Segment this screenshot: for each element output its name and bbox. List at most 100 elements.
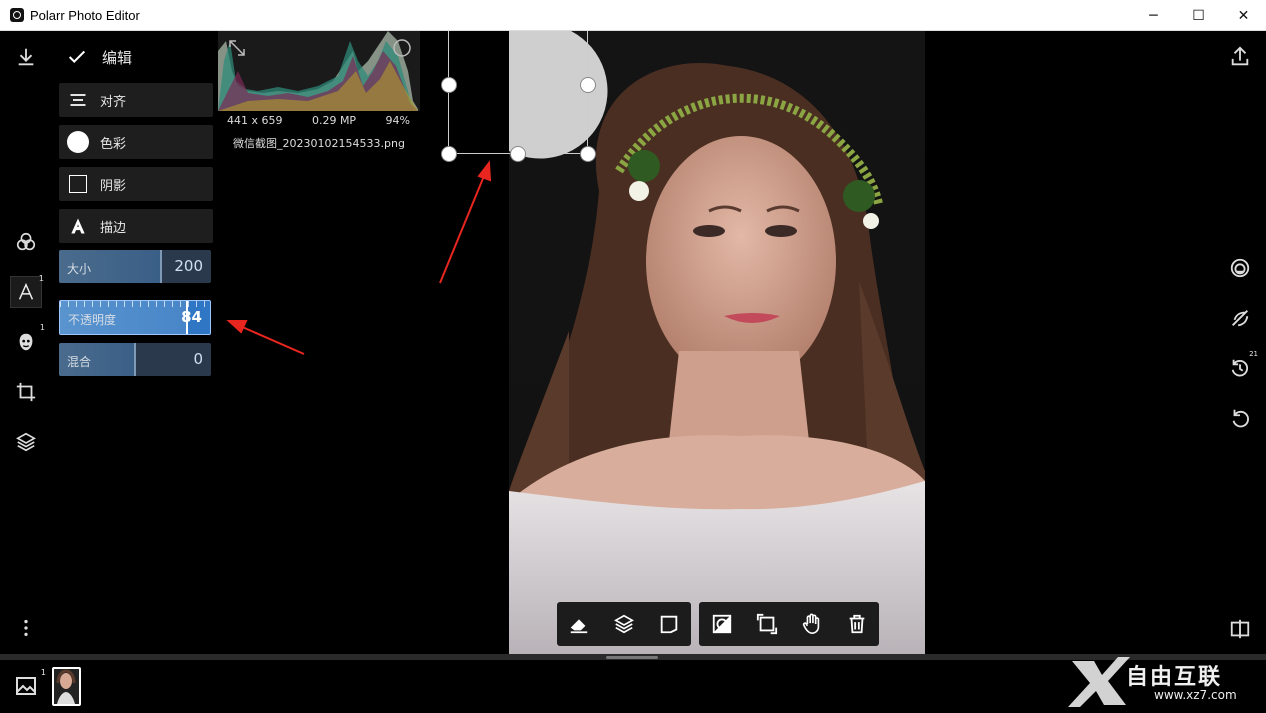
crop-button[interactable] bbox=[10, 376, 42, 408]
flip-button[interactable] bbox=[646, 602, 691, 646]
color-label: 色彩 bbox=[100, 136, 127, 152]
close-button[interactable]: ✕ bbox=[1221, 0, 1266, 31]
blend-slider-divider bbox=[134, 343, 136, 376]
compare-button[interactable] bbox=[1226, 615, 1254, 643]
blend-slider-label: 混合 bbox=[67, 355, 92, 369]
left-tool-rail: 1 1 bbox=[0, 31, 52, 655]
zoom-level: 94% bbox=[385, 114, 410, 127]
watermark-brand: 自由互联 bbox=[1126, 665, 1223, 690]
size-slider-value: 200 bbox=[174, 257, 203, 275]
align-button[interactable]: 对齐 bbox=[59, 83, 213, 117]
bottom-toolbar-right bbox=[699, 602, 879, 646]
title-bar: Polarr Photo Editor ─ ☐ ✕ bbox=[0, 0, 1266, 31]
flip-icon bbox=[660, 615, 677, 634]
edit-panel: 编辑 对齐 色彩 阴影 描边 大小 200 不透明度 84 混合 0 bbox=[58, 40, 214, 376]
selection-box[interactable] bbox=[448, 31, 588, 154]
frame-button[interactable] bbox=[744, 602, 789, 646]
resize-handle-bottom[interactable] bbox=[510, 146, 526, 162]
size-slider-label: 大小 bbox=[67, 262, 92, 276]
annotation-arrow-to-selection bbox=[439, 160, 492, 284]
blend-slider[interactable]: 混合 0 bbox=[59, 343, 211, 376]
stroke-button[interactable]: 描边 bbox=[59, 209, 213, 243]
gallery-button[interactable]: 1 bbox=[14, 668, 46, 700]
crop-icon bbox=[16, 382, 36, 402]
minimize-button[interactable]: ─ bbox=[1131, 0, 1176, 31]
eraser-button[interactable] bbox=[557, 602, 602, 646]
filters-icon bbox=[16, 232, 36, 251]
image-dimensions: 441 x 659 bbox=[227, 114, 283, 127]
download-icon bbox=[18, 48, 34, 66]
retouch-toggle-button[interactable] bbox=[1226, 304, 1254, 332]
layers-icon bbox=[614, 614, 634, 634]
mask-button[interactable] bbox=[1226, 254, 1254, 282]
layer-order-button[interactable] bbox=[602, 602, 647, 646]
stroke-label: 描边 bbox=[100, 220, 127, 236]
photo-thumbnail[interactable] bbox=[52, 667, 81, 706]
pan-button[interactable] bbox=[789, 602, 834, 646]
image-megapixels: 0.29 MP bbox=[311, 114, 357, 127]
filmstrip-resize-grip[interactable] bbox=[606, 656, 658, 659]
size-slider-divider bbox=[160, 250, 162, 283]
more-icon bbox=[24, 619, 28, 637]
filters-button[interactable] bbox=[10, 226, 42, 258]
invert-button[interactable] bbox=[699, 602, 744, 646]
history-badge: 21 bbox=[1249, 350, 1258, 358]
window-title: Polarr Photo Editor bbox=[30, 7, 140, 23]
shadow-button[interactable]: 阴影 bbox=[59, 167, 213, 201]
window-controls: ─ ☐ ✕ bbox=[1131, 0, 1266, 31]
watermark-x-logo bbox=[1068, 657, 1130, 707]
image-gallery-icon bbox=[16, 677, 36, 695]
stroke-letter-icon bbox=[71, 218, 85, 234]
text-icon bbox=[18, 282, 34, 300]
history-icon bbox=[1231, 359, 1248, 377]
text-badge: 1 bbox=[38, 274, 44, 283]
image-filename: 微信截图_20230102154533.png bbox=[233, 137, 405, 150]
no-retouch-icon bbox=[1232, 310, 1249, 327]
size-slider[interactable]: 大小 200 bbox=[59, 250, 211, 283]
edit-title: 编辑 bbox=[102, 48, 133, 67]
blend-slider-value: 0 bbox=[193, 350, 203, 368]
edit-panel-header[interactable]: 编辑 bbox=[58, 40, 214, 74]
text-tool-button[interactable]: 1 bbox=[10, 274, 44, 308]
histogram bbox=[218, 31, 420, 111]
opacity-slider-label: 不透明度 bbox=[68, 313, 117, 327]
opacity-slider[interactable]: 不透明度 84 bbox=[59, 300, 211, 335]
invert-icon bbox=[712, 614, 731, 634]
align-icon bbox=[70, 94, 86, 106]
layers-button[interactable] bbox=[10, 426, 42, 458]
compare-icon bbox=[1230, 619, 1250, 639]
layers-icon bbox=[16, 432, 36, 452]
opacity-slider-value: 84 bbox=[181, 308, 202, 326]
hand-icon bbox=[802, 613, 819, 634]
watermark: 自由互联 www.xz7.com bbox=[1068, 655, 1264, 707]
share-button[interactable] bbox=[1226, 43, 1254, 71]
trash-icon bbox=[849, 614, 864, 634]
resize-handle-bottom-left[interactable] bbox=[441, 146, 457, 162]
check-icon bbox=[68, 50, 86, 64]
maximize-button[interactable]: ☐ bbox=[1176, 0, 1221, 31]
face-badge: 1 bbox=[39, 323, 45, 332]
gallery-badge: 1 bbox=[40, 668, 46, 677]
eraser-icon bbox=[571, 619, 588, 634]
delete-button[interactable] bbox=[834, 602, 879, 646]
color-button[interactable]: 色彩 bbox=[59, 125, 213, 159]
download-button[interactable] bbox=[10, 41, 42, 73]
resize-handle-right[interactable] bbox=[580, 77, 596, 93]
share-icon bbox=[1231, 46, 1249, 66]
thumbnail-image bbox=[54, 669, 79, 704]
shadow-label: 阴影 bbox=[100, 178, 127, 194]
mask-icon bbox=[1230, 258, 1250, 278]
resize-handle-bottom-right[interactable] bbox=[580, 146, 596, 162]
watermark-url: www.xz7.com bbox=[1154, 688, 1237, 702]
undo-icon bbox=[1232, 409, 1249, 428]
undo-button[interactable] bbox=[1226, 404, 1254, 432]
app-logo-icon bbox=[10, 8, 24, 22]
face-tool-button[interactable]: 1 bbox=[10, 323, 45, 358]
image-info: 441 x 659 0.29 MP 94% bbox=[218, 114, 416, 127]
resize-handle-left[interactable] bbox=[441, 77, 457, 93]
history-button[interactable]: 21 bbox=[1226, 350, 1258, 382]
more-button[interactable] bbox=[10, 612, 42, 644]
align-label: 对齐 bbox=[100, 94, 127, 110]
annotation-arrow-to-opacity bbox=[226, 320, 305, 355]
color-swatch-icon bbox=[67, 131, 89, 153]
